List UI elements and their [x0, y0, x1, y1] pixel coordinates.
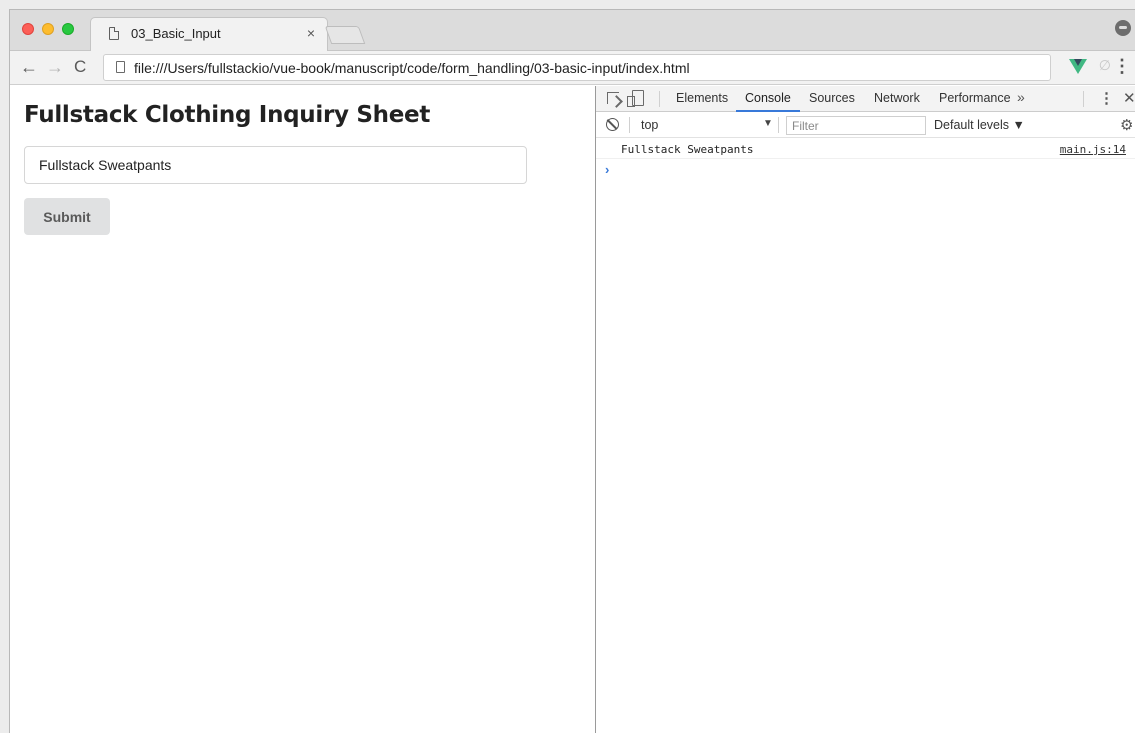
gear-icon[interactable]: ⚙ — [1120, 116, 1133, 134]
clear-console-icon[interactable] — [606, 118, 619, 131]
page-title: Fullstack Clothing Inquiry Sheet — [24, 102, 431, 128]
divider — [629, 117, 630, 133]
page-content: Fullstack Clothing Inquiry Sheet Submit — [10, 86, 595, 733]
console-filter-bar: top ▼ Default levels ▼ ⚙ — [596, 113, 1135, 138]
devtools-menu-icon[interactable]: ⋮ — [1099, 89, 1114, 107]
forward-button[interactable]: → — [46, 57, 64, 78]
vue-devtools-icon[interactable] — [1069, 59, 1087, 74]
devtools-tab-bar: Elements Console Sources Network Perform… — [596, 86, 1135, 112]
reload-button[interactable]: C — [74, 57, 86, 77]
browser-window: 03_Basic_Input × ← → C file:///Users/ful… — [9, 9, 1135, 733]
browser-menu-icon[interactable]: ⋮ — [1113, 56, 1131, 77]
tab-title: 03_Basic_Input — [131, 26, 221, 41]
clothing-input[interactable] — [24, 146, 527, 184]
devtools-panel: Elements Console Sources Network Perform… — [595, 86, 1135, 733]
console-source-link[interactable]: main.js:14 — [1060, 143, 1126, 156]
new-tab-button[interactable] — [324, 26, 366, 44]
console-prompt-icon[interactable]: › — [605, 162, 609, 177]
address-bar[interactable]: file:///Users/fullstackio/vue-book/manus… — [103, 54, 1051, 81]
page-icon — [109, 27, 119, 40]
context-selector[interactable]: top — [641, 118, 658, 132]
console-message-row: Fullstack Sweatpants main.js:14 — [596, 139, 1135, 159]
divider — [659, 91, 660, 107]
profile-icon[interactable] — [1115, 20, 1131, 36]
active-tab-indicator — [736, 110, 800, 112]
address-bar-url: file:///Users/fullstackio/vue-book/manus… — [134, 60, 690, 76]
page-icon — [116, 61, 125, 73]
console-message: Fullstack Sweatpants — [621, 143, 754, 156]
submit-button[interactable]: Submit — [24, 198, 110, 235]
tab-elements[interactable]: Elements — [676, 91, 728, 105]
maximize-window-button[interactable] — [62, 23, 74, 35]
divider — [778, 117, 779, 133]
device-toolbar-icon[interactable] — [627, 90, 644, 107]
browser-tab[interactable]: 03_Basic_Input × — [90, 17, 328, 52]
tab-performance[interactable]: Performance — [939, 91, 1011, 105]
tab-strip: 03_Basic_Input × — [10, 10, 1135, 52]
inspect-element-icon[interactable] — [607, 92, 619, 104]
divider — [1083, 91, 1084, 107]
tab-close-icon[interactable]: × — [307, 25, 315, 41]
more-tabs-icon[interactable]: » — [1017, 89, 1025, 105]
close-window-button[interactable] — [22, 23, 34, 35]
browser-toolbar: ← → C file:///Users/fullstackio/vue-book… — [10, 51, 1135, 85]
console-filter-input[interactable] — [786, 116, 926, 135]
tab-sources[interactable]: Sources — [809, 91, 855, 105]
tab-console[interactable]: Console — [745, 91, 791, 105]
extension-link-icon[interactable]: ∅ — [1099, 57, 1111, 74]
minimize-window-button[interactable] — [42, 23, 54, 35]
tab-network[interactable]: Network — [874, 91, 920, 105]
devtools-close-icon[interactable]: ✕ — [1123, 89, 1135, 107]
log-levels-dropdown[interactable]: Default levels ▼ — [934, 118, 1025, 132]
back-button[interactable]: ← — [20, 57, 38, 78]
context-dropdown-icon[interactable]: ▼ — [763, 118, 773, 129]
